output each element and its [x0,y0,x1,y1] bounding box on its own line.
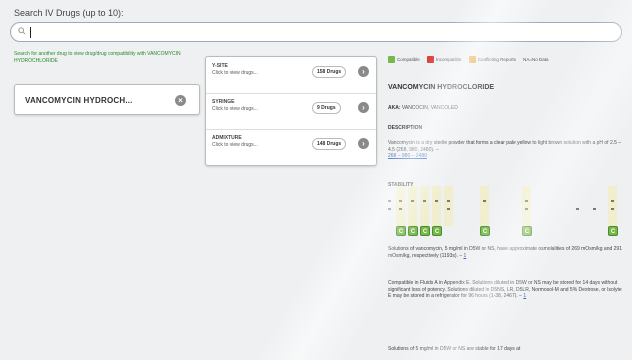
compatible-swatch-icon [388,56,395,63]
drug-count-badge: 148 Drugs [312,138,347,150]
text-cursor [30,27,31,38]
description-heading: DESCRIPTION [388,125,423,131]
chevron-right-icon[interactable]: › [358,138,369,149]
route-y-site[interactable]: Y-SITE Click to view drugs... 158 Drugs … [206,57,376,94]
description-text: Vancomycin is a dry sterile powder that … [388,140,622,159]
search-icon [18,27,26,35]
compatible-badge[interactable]: C [408,226,418,236]
drug-count-badge: 9 Drugs [312,102,341,114]
route-syringe[interactable]: SYRINGE Click to view drugs... 9 Drugs › [206,93,376,130]
reference-link[interactable]: 1 [464,253,467,259]
route-list: Y-SITE Click to view drugs... 158 Drugs … [205,56,377,166]
legend-incompatible: Incompatible [427,56,463,63]
chevron-right-icon[interactable]: › [358,102,369,113]
legend-no-data: NA=No Data [523,56,549,62]
route-admixture[interactable]: ADMIXTURE Click to view drugs... 148 Dru… [206,129,376,165]
stability-paragraph-3: Solutions of 5 mg/ml in D5W or NS are st… [388,346,521,352]
drug-count-badge: 158 Drugs [312,66,347,78]
stability-paragraph-2: Compatible in Fluids A in Appendix E. So… [388,280,622,299]
route-subtitle: Click to view drugs... [212,142,258,148]
conflicting-swatch-icon [468,56,476,63]
route-subtitle: Click to view drugs... [212,106,258,112]
compatible-badge[interactable]: C [480,226,490,236]
legend-conflicting: Conflicting Reports [468,56,517,63]
stability-paragraph-1: Solutions of vancomycin, 5 mg/ml in D5W … [388,246,622,259]
search-input[interactable] [10,22,622,42]
compatible-badge[interactable]: C [432,226,442,236]
stability-grid: C C C C C C C [388,186,622,238]
search-label: Search IV Drugs (up to 10): [14,8,124,18]
route-title: ADMIXTURE [212,135,242,141]
reference-link[interactable]: 1 [523,293,526,299]
remove-drug-icon[interactable]: × [175,95,186,106]
selected-drug-card[interactable]: VANCOMYCIN HYDROCH... × [14,84,200,115]
search-hint: Search for another drug to view drug/dru… [14,51,181,64]
compatible-badge[interactable]: C [608,226,618,236]
route-title: Y-SITE [212,63,228,69]
aka-line: AKA: VANCOCIN, VANCOLED [388,105,458,111]
compatible-badge[interactable]: C [420,226,430,236]
drug-title: VANCOMYCIN HYDROCLORIDE [388,84,495,91]
selected-drug-name: VANCOMYCIN HYDROCH... [25,96,133,105]
reference-link[interactable]: 268 – 980 – 2480 [388,153,427,159]
chevron-right-icon[interactable]: › [358,66,369,77]
compatible-badge[interactable]: C [522,226,532,236]
compatible-badge[interactable]: C [396,226,406,236]
compatibility-legend: Compatible Incompatible Conflicting Repo… [388,56,555,63]
route-subtitle: Click to view drugs... [212,70,258,76]
route-title: SYRINGE [212,99,235,105]
legend-compatible: Compatible [388,56,421,63]
incompatible-swatch-icon [427,56,435,63]
